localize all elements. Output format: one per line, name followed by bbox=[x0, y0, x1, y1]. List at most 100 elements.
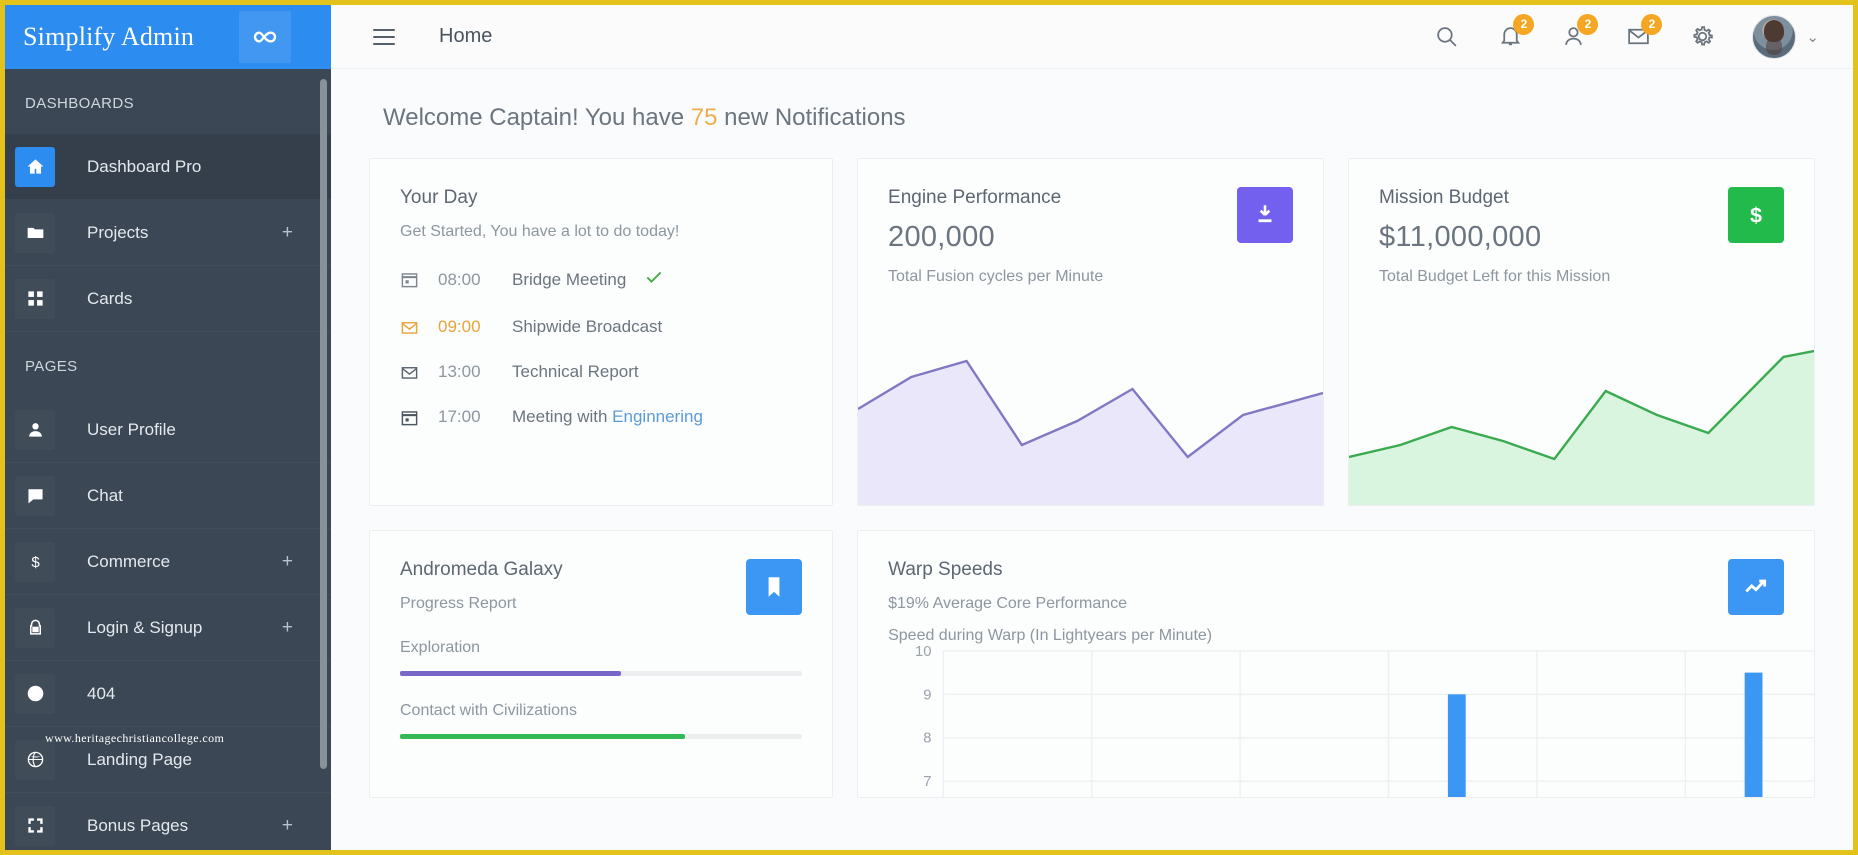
user-menu[interactable]: ⌄ bbox=[1752, 14, 1819, 59]
agenda-text: Technical Report bbox=[512, 362, 639, 381]
card-title: Mission Budget bbox=[1379, 187, 1509, 208]
progress-track bbox=[400, 734, 803, 739]
calendar-icon bbox=[400, 408, 426, 427]
svg-text:7: 7 bbox=[923, 774, 931, 790]
alert-circle-icon bbox=[15, 674, 55, 714]
sidebar-item-label: Dashboard Pro bbox=[87, 156, 202, 176]
sidebar-item-label: Cards bbox=[87, 288, 133, 308]
progress-fill-exploration bbox=[400, 671, 622, 676]
card-subtitle: $19% Average Core Performance bbox=[888, 595, 1128, 612]
envelope-icon bbox=[400, 363, 426, 382]
card-subtitle: Total Fusion cycles per Minute bbox=[888, 268, 1104, 285]
card-your-day: Your Day Get Started, You have a lot to … bbox=[369, 158, 834, 506]
card-title: Andromeda Galaxy bbox=[400, 559, 563, 580]
welcome-prefix: Welcome Captain! You have bbox=[383, 104, 691, 131]
folder-icon bbox=[15, 213, 55, 253]
sidebar-item-label: Login & Signup bbox=[87, 617, 203, 637]
hamburger-icon[interactable] bbox=[373, 28, 395, 45]
agenda-time: 13:00 bbox=[438, 362, 481, 381]
svg-text:9: 9 bbox=[923, 687, 931, 703]
person-badge: 2 bbox=[1577, 13, 1599, 35]
chat-icon bbox=[15, 476, 55, 516]
home-icon bbox=[15, 146, 55, 187]
bell-icon[interactable]: 2 bbox=[1496, 13, 1535, 51]
progress-track bbox=[400, 671, 803, 676]
top-header: Home 2 2 2 ⌄ bbox=[331, 5, 1853, 69]
welcome-suffix: new Notifications bbox=[717, 104, 906, 131]
chevron-down-icon[interactable]: ⌄ bbox=[1806, 28, 1819, 46]
card-subtitle: Get Started, You have a lot to do today! bbox=[400, 223, 680, 240]
infinity-icon bbox=[239, 11, 291, 63]
card-engine-performance: Engine Performance 200,000 Total Fusion … bbox=[857, 158, 1324, 506]
progress-label-contact: Contact with Civilizations bbox=[400, 702, 577, 719]
svg-text:10: 10 bbox=[915, 644, 932, 660]
lock-icon bbox=[15, 608, 55, 648]
sidebar-item-label: Commerce bbox=[87, 551, 171, 571]
sidebar-section-pages: PAGES bbox=[25, 358, 78, 375]
gear-icon[interactable] bbox=[1688, 23, 1716, 51]
agenda-item[interactable]: 08:00 Bridge Meeting bbox=[400, 267, 802, 292]
agenda-item[interactable]: 13:00 Technical Report bbox=[400, 362, 802, 382]
svg-text:8: 8 bbox=[923, 731, 931, 747]
sidebar-section-dashboards: DASHBOARDS bbox=[25, 95, 135, 112]
sidebar-item-label: Bonus Pages bbox=[87, 815, 189, 835]
sidebar-item-bonus-pages[interactable]: Bonus Pages + bbox=[5, 793, 331, 850]
svg-text:$: $ bbox=[31, 554, 40, 571]
card-value: 200,000 bbox=[888, 221, 995, 253]
card-title: Engine Performance bbox=[888, 187, 1062, 208]
card-andromeda-galaxy: Andromeda Galaxy Progress Report Explora… bbox=[369, 530, 834, 798]
sidebar-item-label: Projects bbox=[87, 222, 149, 242]
welcome-banner: Welcome Captain! You have 75 new Notific… bbox=[331, 69, 1853, 132]
sidebar-item-label: Chat bbox=[87, 485, 123, 505]
header-actions: 2 2 2 ⌄ bbox=[1432, 13, 1853, 59]
bookmark-icon[interactable] bbox=[746, 559, 803, 615]
download-icon[interactable] bbox=[1237, 187, 1293, 243]
sidebar-item-cards[interactable]: Cards bbox=[5, 266, 331, 332]
expand-icon bbox=[15, 806, 55, 846]
progress-label-exploration: Exploration bbox=[400, 639, 481, 656]
sidebar-item-projects[interactable]: Projects + bbox=[5, 200, 331, 266]
agenda-item[interactable]: 09:00 Shipwide Broadcast bbox=[400, 317, 802, 337]
agenda-time: 09:00 bbox=[438, 317, 481, 336]
person-add-icon[interactable]: 2 bbox=[1560, 13, 1599, 51]
sidebar-item-label: Landing Page bbox=[87, 749, 192, 769]
page-title: Home bbox=[439, 25, 493, 47]
sidebar-item-login-signup[interactable]: Login & Signup + bbox=[5, 595, 331, 661]
trending-up-icon[interactable] bbox=[1728, 559, 1784, 615]
sidebar-item-404[interactable]: 404 bbox=[5, 661, 331, 727]
brand-header[interactable]: Simplify Admin bbox=[5, 5, 331, 69]
brand-name: Simplify Admin bbox=[23, 22, 195, 51]
expand-plus-icon[interactable]: + bbox=[282, 618, 293, 637]
expand-plus-icon[interactable]: + bbox=[282, 223, 293, 242]
svg-text:$: $ bbox=[1750, 203, 1762, 228]
card-subtitle: Total Budget Left for this Mission bbox=[1379, 268, 1611, 285]
envelope-icon[interactable]: 2 bbox=[1624, 13, 1663, 51]
agenda-time: 08:00 bbox=[438, 269, 481, 289]
sidebar-item-chat[interactable]: Chat bbox=[5, 463, 331, 529]
sidebar-item-dashboard-pro[interactable]: Dashboard Pro bbox=[5, 134, 331, 200]
check-icon bbox=[644, 267, 664, 292]
sidebar-scrollbar[interactable] bbox=[320, 79, 327, 769]
sidebar-item-user-profile[interactable]: User Profile bbox=[5, 397, 331, 463]
mission-budget-sparkline bbox=[1349, 349, 1814, 505]
watermark-text: www.heritagechristiancollege.com bbox=[45, 731, 225, 745]
dashboard-grid: Your Day Get Started, You have a lot to … bbox=[331, 132, 1853, 798]
main-content: Welcome Captain! You have 75 new Notific… bbox=[331, 69, 1853, 850]
engine-performance-sparkline bbox=[858, 349, 1323, 505]
agenda-item[interactable]: 17:00 Meeting with Enginnering bbox=[400, 407, 802, 427]
agenda-link[interactable]: Enginnering bbox=[612, 407, 703, 426]
search-icon[interactable] bbox=[1432, 23, 1460, 51]
card-mission-budget: Mission Budget $11,000,000 Total Budget … bbox=[1348, 158, 1815, 506]
avatar bbox=[1752, 14, 1797, 59]
expand-plus-icon[interactable]: + bbox=[282, 816, 293, 835]
dollar-icon: $ bbox=[15, 542, 55, 582]
agenda-text: Shipwide Broadcast bbox=[512, 317, 663, 336]
sidebar: Simplify Admin DASHBOARDS Dashboard Pro … bbox=[5, 5, 331, 850]
envelope-badge: 2 bbox=[1641, 13, 1663, 35]
dollar-icon[interactable]: $ bbox=[1727, 187, 1784, 243]
sidebar-item-commerce[interactable]: $ Commerce + bbox=[5, 529, 331, 595]
calendar-icon bbox=[400, 270, 426, 289]
agenda-time: 17:00 bbox=[438, 407, 481, 426]
card-value: $11,000,000 bbox=[1379, 221, 1542, 253]
expand-plus-icon[interactable]: + bbox=[282, 552, 293, 571]
